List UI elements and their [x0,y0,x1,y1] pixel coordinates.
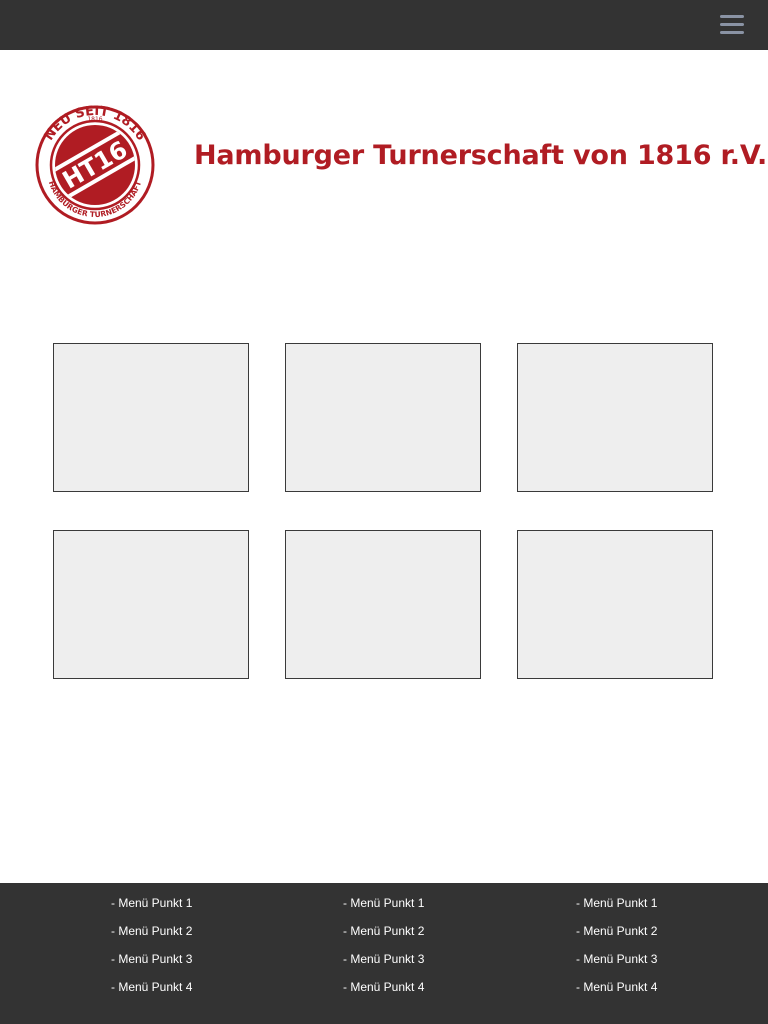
footer-menu-link[interactable]: - Menü Punkt 1 [576,894,657,922]
hamburger-menu-icon[interactable] [720,15,744,35]
content-tile-1[interactable] [53,343,249,492]
top-bar [0,0,768,50]
footer-menu-link[interactable]: - Menü Punkt 3 [111,950,192,978]
content-tile-3[interactable] [517,343,713,492]
footer-menu-link[interactable]: - Menü Punkt 2 [111,922,192,950]
footer-menu-link[interactable]: - Menü Punkt 2 [343,922,424,950]
footer-menu-link[interactable]: - Menü Punkt 1 [111,894,192,922]
footer-menu-link[interactable]: - Menü Punkt 4 [111,978,192,1006]
footer-menu-link[interactable]: - Menü Punkt 4 [576,978,657,1006]
content-tile-4[interactable] [53,530,249,679]
logo-year: 1816 [87,116,102,123]
footer-column-1: - Menü Punkt 1 - Menü Punkt 2 - Menü Pun… [111,894,192,1006]
content-tile-2[interactable] [285,343,481,492]
footer-menu-link[interactable]: - Menü Punkt 3 [576,950,657,978]
footer-column-2: - Menü Punkt 1 - Menü Punkt 2 - Menü Pun… [343,894,424,1006]
footer-menu-link[interactable]: - Menü Punkt 1 [343,894,424,922]
content-tile-6[interactable] [517,530,713,679]
footer-menu-link[interactable]: - Menü Punkt 2 [576,922,657,950]
footer: - Menü Punkt 1 - Menü Punkt 2 - Menü Pun… [0,883,768,1024]
content-tile-5[interactable] [285,530,481,679]
footer-menu-link[interactable]: - Menü Punkt 3 [343,950,424,978]
club-logo: HT16 NEU SEIT 1816 1816 HAMBURGER TURNER… [33,93,157,229]
footer-column-3: - Menü Punkt 1 - Menü Punkt 2 - Menü Pun… [576,894,657,1006]
footer-menu-link[interactable]: - Menü Punkt 4 [343,978,424,1006]
site-title: Hamburger Turnerschaft von 1816 r.V. [194,140,768,171]
